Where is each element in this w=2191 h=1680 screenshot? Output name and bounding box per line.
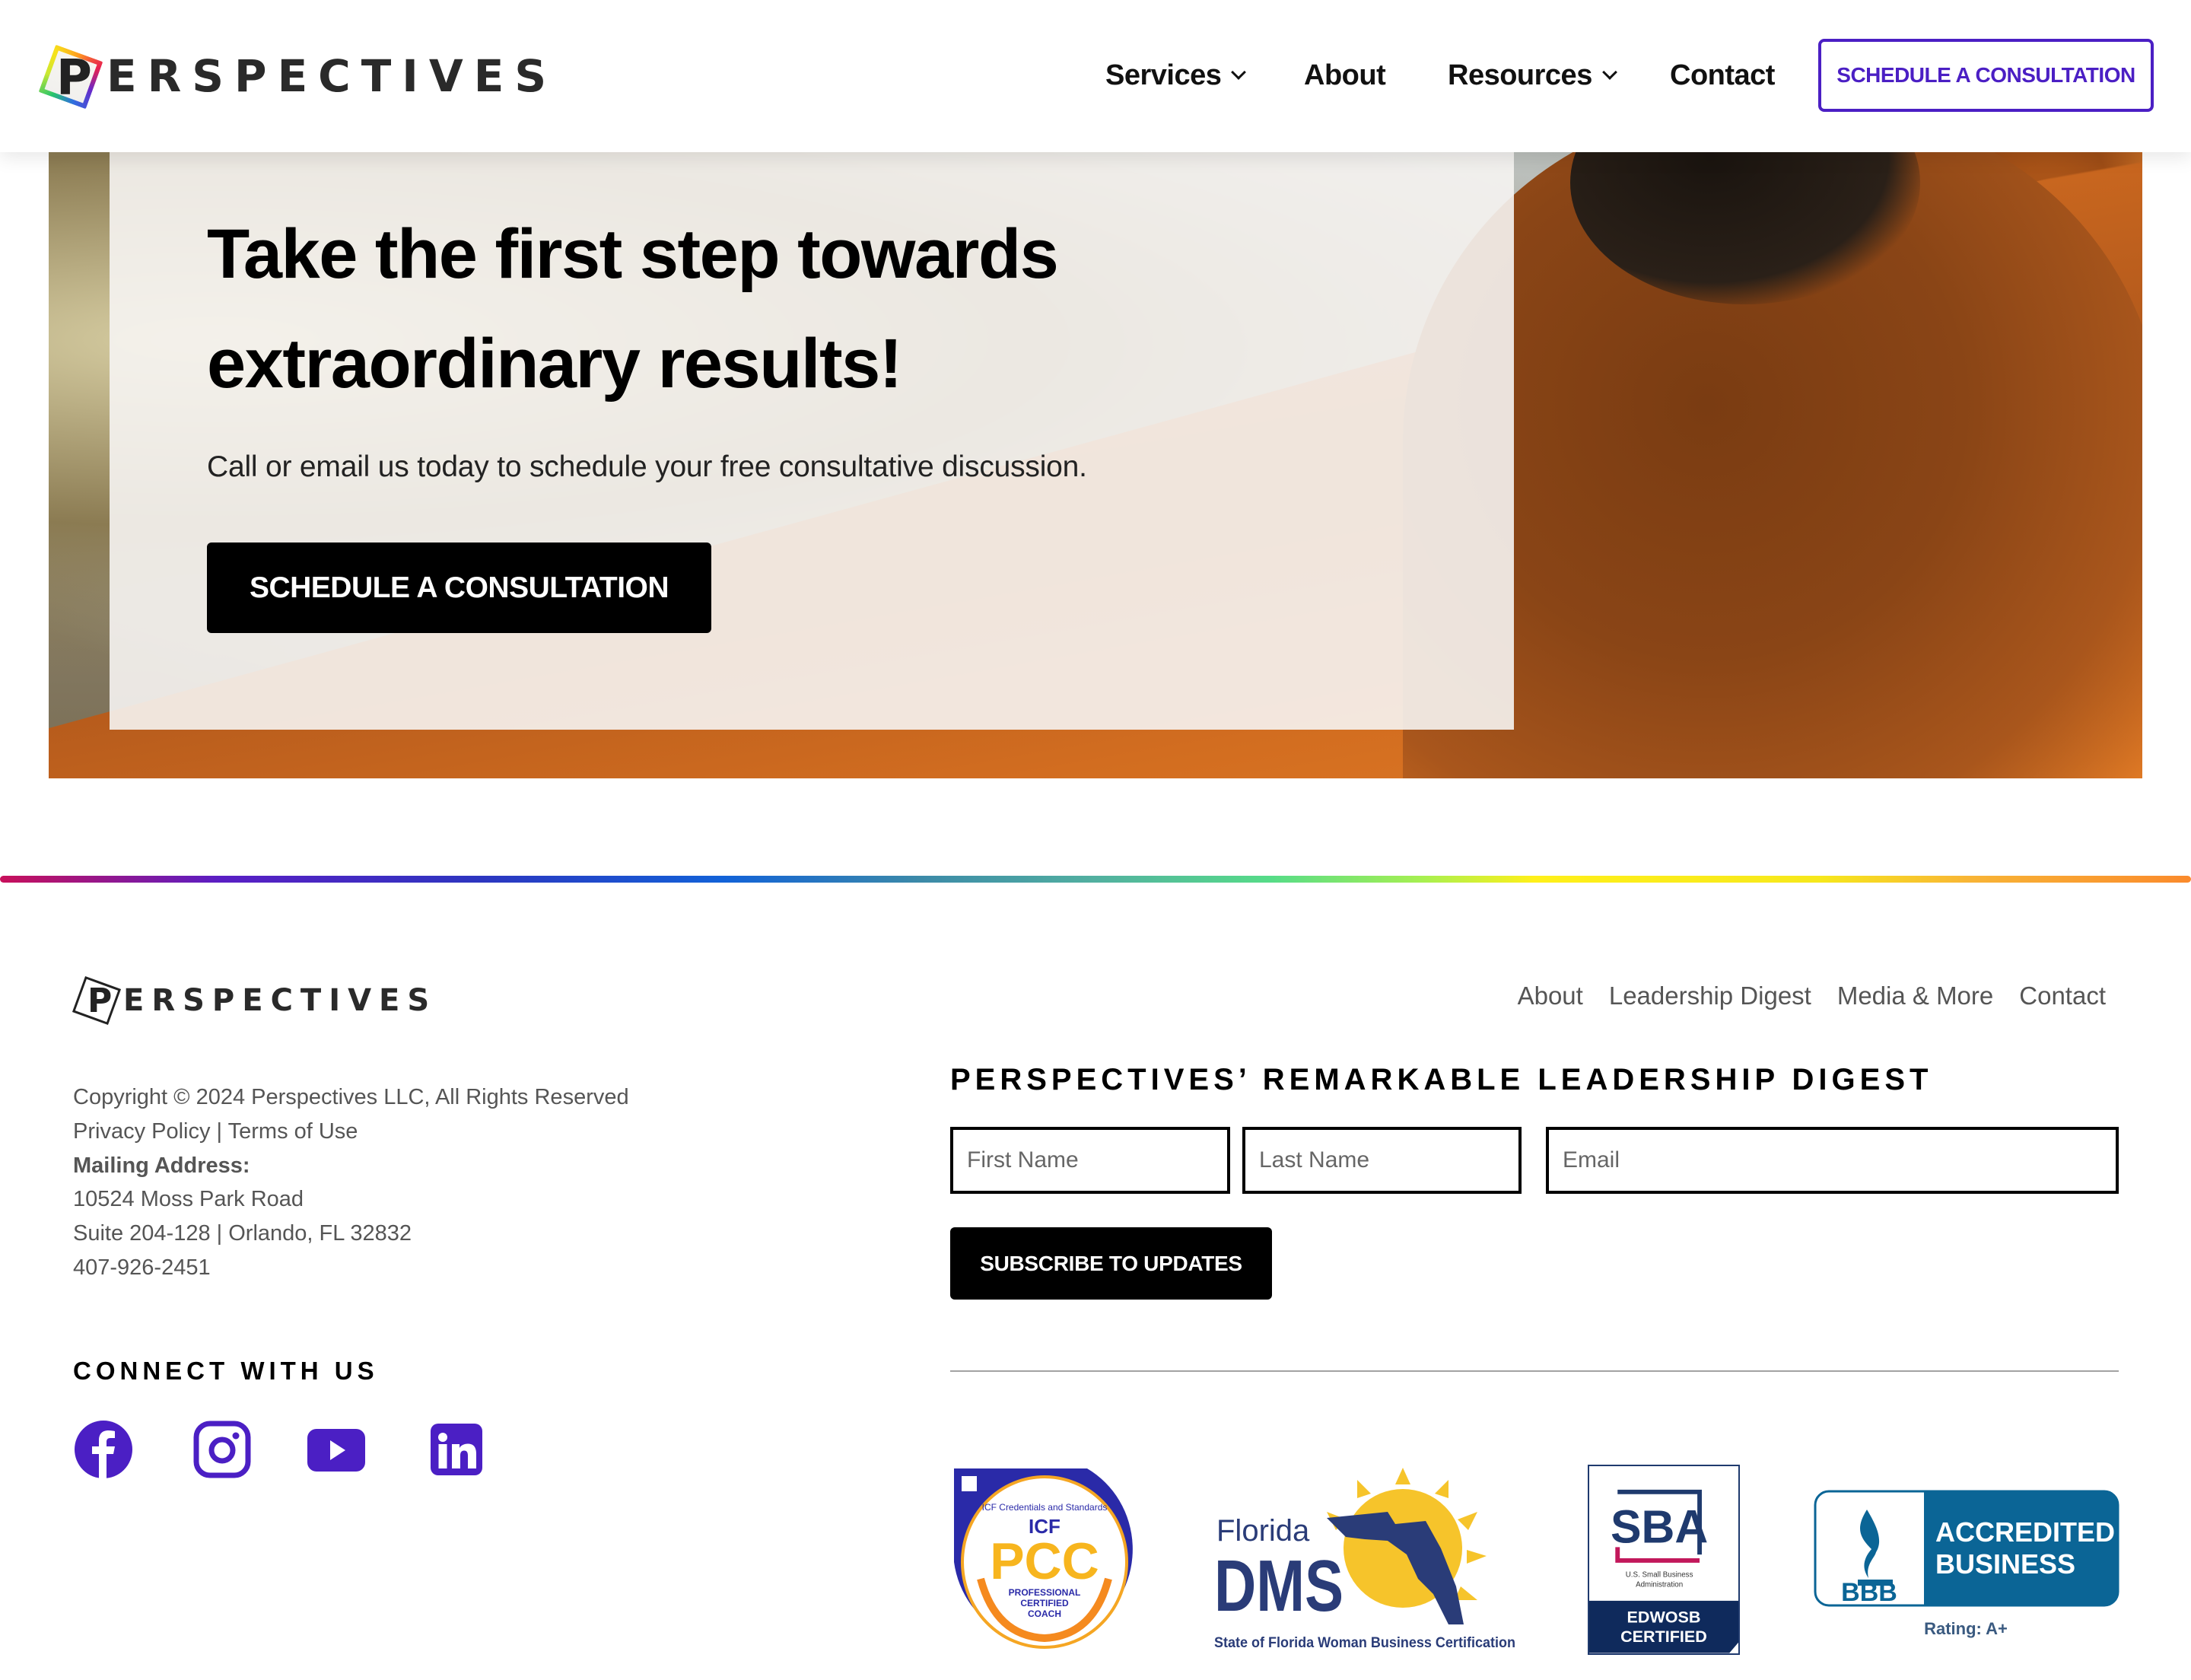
logo-mark-icon: P — [38, 44, 103, 110]
svg-text:CERTIFIED: CERTIFIED — [1620, 1627, 1707, 1646]
svg-text:Florida: Florida — [1216, 1514, 1310, 1548]
nav-services[interactable]: Services — [1105, 39, 1247, 112]
instagram-icon — [193, 1421, 251, 1478]
sba-edwosb-badge: SBA U.S. Small Business Administration E… — [1588, 1465, 1740, 1655]
icf-pcc-badge: ICF Credentials and Standards ICF PCC PR… — [950, 1465, 1137, 1655]
youtube-link[interactable] — [306, 1419, 367, 1480]
svg-text:BUSINESS: BUSINESS — [1935, 1548, 2075, 1580]
phone-number: 407-926-2451 — [73, 1255, 211, 1280]
bbb-accredited-badge: BBB ACCREDITED BUSINESS Rating: A+ — [1814, 1490, 2119, 1646]
last-name-input[interactable] — [1242, 1127, 1522, 1194]
facebook-icon — [75, 1421, 132, 1480]
svg-text:CERTIFIED: CERTIFIED — [1020, 1598, 1069, 1608]
footer-link-about[interactable]: About — [1518, 982, 1583, 1010]
mailing-address-label: Mailing Address: — [73, 1153, 250, 1178]
svg-text:DMS: DMS — [1214, 1545, 1344, 1627]
footer-logo[interactable]: P ERSPECTIVES — [72, 974, 437, 1027]
florida-dms-badge: Florida DMS State of Florida Woman Busin… — [1213, 1465, 1517, 1655]
logo-text: ERSPECTIVES — [107, 50, 558, 102]
digest-heading: PERSPECTIVES’ REMARKABLE LEADERSHIP DIGE… — [950, 1063, 1933, 1096]
footer-link-media-more[interactable]: Media & More — [1837, 982, 1993, 1010]
hero-schedule-consultation-button[interactable]: SCHEDULE A CONSULTATION — [207, 542, 711, 633]
linkedin-link[interactable] — [426, 1419, 487, 1480]
address-line-1: 10524 Moss Park Road — [73, 1187, 304, 1212]
privacy-policy-link[interactable]: Privacy Policy — [73, 1119, 211, 1144]
rainbow-divider — [0, 876, 2191, 883]
logo-mark-icon: P — [72, 975, 122, 1026]
youtube-icon — [307, 1429, 365, 1472]
first-name-input[interactable] — [950, 1127, 1230, 1194]
svg-text:PCC: PCC — [990, 1532, 1099, 1590]
nav-about[interactable]: About — [1304, 39, 1386, 112]
linkedin-icon — [431, 1424, 482, 1475]
svg-text:BBB: BBB — [1841, 1578, 1897, 1607]
copyright: Copyright © 2024 Perspectives LLC, All R… — [73, 1085, 629, 1109]
svg-text:SBA: SBA — [1611, 1500, 1708, 1552]
address-line-2: Suite 204-128 | Orlando, FL 32832 — [73, 1221, 412, 1246]
svg-text:ACCREDITED: ACCREDITED — [1935, 1516, 2115, 1548]
footer-link-contact[interactable]: Contact — [2019, 982, 2106, 1010]
terms-of-use-link[interactable]: Terms of Use — [228, 1119, 358, 1144]
chevron-down-icon — [1601, 65, 1617, 80]
svg-text:ICF Credentials and Standards: ICF Credentials and Standards — [982, 1502, 1108, 1513]
footer-info: Copyright © 2024 Perspectives LLC, All R… — [73, 1080, 629, 1285]
footer-nav: About Leadership Digest Media & More Con… — [1518, 982, 2106, 1010]
svg-text:EDWOSB: EDWOSB — [1627, 1607, 1701, 1626]
site-logo[interactable]: P ERSPECTIVES — [38, 38, 557, 114]
subscribe-button[interactable]: SUBSCRIBE TO UPDATES — [950, 1227, 1272, 1300]
svg-text:PROFESSIONAL: PROFESSIONAL — [1009, 1587, 1081, 1598]
footer-divider — [950, 1370, 2119, 1372]
site-header: P ERSPECTIVES Services About Resources C… — [0, 0, 2191, 152]
instagram-link[interactable] — [192, 1419, 253, 1480]
hero-title: Take the first step towards extraordinar… — [207, 215, 1059, 402]
nav-resources[interactable]: Resources — [1448, 39, 1617, 112]
svg-text:Administration: Administration — [1636, 1580, 1683, 1589]
connect-heading: CONNECT WITH US — [73, 1357, 379, 1385]
email-input[interactable] — [1546, 1127, 2119, 1194]
chevron-down-icon — [1231, 65, 1247, 80]
svg-text:U.S. Small Business: U.S. Small Business — [1626, 1571, 1693, 1580]
svg-text:COACH: COACH — [1028, 1608, 1061, 1619]
footer-link-leadership-digest[interactable]: Leadership Digest — [1609, 982, 1811, 1010]
header-schedule-consultation-button[interactable]: SCHEDULE A CONSULTATION — [1818, 39, 2154, 112]
svg-text:Rating: A+: Rating: A+ — [1924, 1619, 2008, 1638]
facebook-link[interactable] — [73, 1419, 134, 1480]
hero-subtitle: Call or email us today to schedule your … — [207, 450, 1087, 483]
svg-text:State of Florida Woman Busines: State of Florida Woman Business Certific… — [1214, 1635, 1515, 1651]
nav-contact[interactable]: Contact — [1670, 39, 1775, 112]
